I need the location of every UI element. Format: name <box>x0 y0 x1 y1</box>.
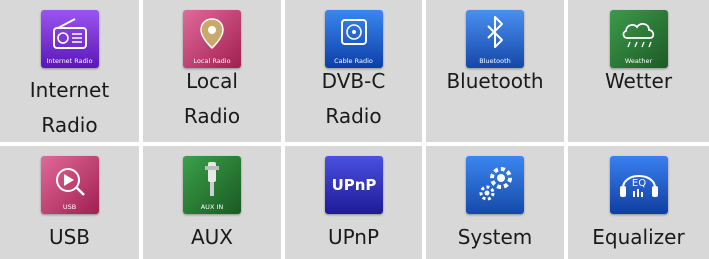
tile-upnp[interactable]: UPnP UPnP <box>285 146 426 259</box>
tile-label: Local Radio <box>183 69 241 128</box>
tile-label: USB <box>48 225 91 249</box>
tile-aux[interactable]: AUX IN AUX <box>143 146 285 259</box>
bluetooth-icon: Bluetooth <box>466 10 524 68</box>
tile-internet-radio[interactable]: Internet Radio Internet Radio <box>0 0 143 146</box>
tile-bluetooth[interactable]: Bluetooth Bluetooth <box>426 0 568 146</box>
aux-in-icon: AUX IN <box>183 156 241 214</box>
internet-radio-icon: Internet Radio <box>40 10 99 68</box>
tile-dvbc-radio[interactable]: Cable Radio DVB-C Radio <box>285 0 426 146</box>
icon-caption: AUX IN <box>200 203 224 211</box>
tile-label: Wetter <box>604 69 673 93</box>
icon-caption: USB <box>62 203 77 211</box>
system-gears-icon <box>466 156 524 214</box>
usb-icon: USB <box>40 156 99 214</box>
icon-caption: Internet Radio <box>46 57 93 65</box>
menu-grid: Internet Radio Internet Radio Local Radi… <box>0 0 709 259</box>
tile-label: UPnP <box>327 225 380 249</box>
tile-label: DVB-C Radio <box>321 69 386 128</box>
equalizer-icon: EQ <box>609 156 668 214</box>
tile-system[interactable]: System <box>426 146 568 259</box>
tile-usb[interactable]: USB USB <box>0 146 143 259</box>
tile-label: Bluetooth <box>446 69 544 93</box>
tile-equalizer[interactable]: EQ Equalizer <box>568 146 709 259</box>
tile-label: Internet Radio <box>29 78 110 137</box>
tile-local-radio[interactable]: Local Radio Local Radio <box>143 0 285 146</box>
tile-weather[interactable]: Weather Wetter <box>568 0 709 146</box>
svg-text:UPnP: UPnP <box>331 176 376 194</box>
cable-radio-icon: Cable Radio <box>324 10 383 68</box>
weather-icon: Weather <box>609 10 668 68</box>
tile-label: AUX <box>190 225 234 249</box>
local-radio-icon: Local Radio <box>183 10 241 68</box>
upnp-icon: UPnP <box>324 156 383 214</box>
tile-label: System <box>457 225 533 249</box>
svg-text:EQ: EQ <box>631 178 645 189</box>
tile-label: Equalizer <box>592 225 685 249</box>
